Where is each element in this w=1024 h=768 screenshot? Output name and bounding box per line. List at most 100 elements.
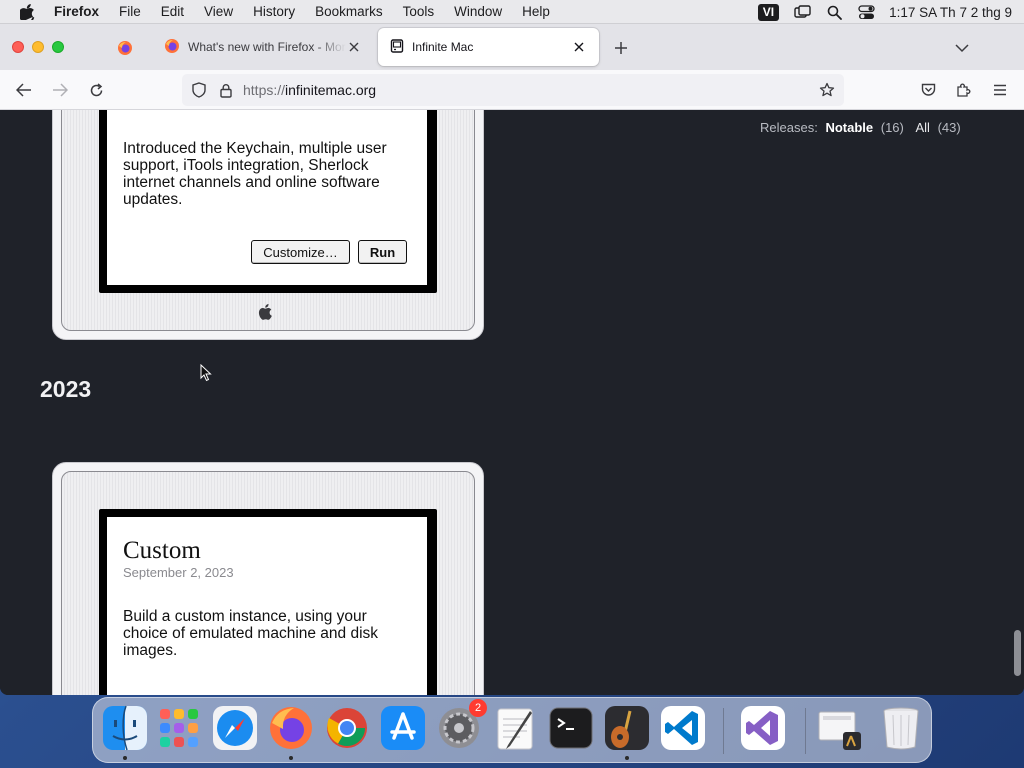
input-source-indicator[interactable]: VI — [757, 3, 780, 21]
dock: 2 — [92, 697, 932, 763]
window-controls — [12, 41, 64, 53]
zoom-window-button[interactable] — [52, 41, 64, 53]
customize-button[interactable]: Customize… — [251, 240, 350, 264]
tab-title: What's new with Firefox - More — [188, 40, 346, 54]
dock-instruments-icon[interactable] — [603, 704, 651, 752]
spotlight-search-icon[interactable] — [825, 3, 843, 21]
chevron-down-icon — [955, 43, 969, 52]
navigation-toolbar: https://infinitemac.org — [0, 70, 1024, 110]
notification-badge: 2 — [469, 699, 487, 717]
extensions-button[interactable] — [954, 80, 974, 100]
list-all-tabs-button[interactable] — [952, 38, 972, 58]
menu-app-firefox[interactable]: Firefox — [52, 4, 109, 19]
tab-strip: What's new with Firefox - More Infinite … — [0, 24, 1024, 70]
dock-separator — [723, 708, 724, 754]
tracking-protection-shield-icon[interactable] — [190, 81, 208, 99]
releases-all-count: (43) — [937, 120, 961, 135]
dock-separator — [805, 708, 806, 754]
card-title: Custom — [123, 537, 201, 564]
dock-firefox-icon[interactable] — [267, 704, 315, 752]
back-button[interactable] — [14, 80, 34, 100]
url-host: infinitemac.org — [285, 82, 377, 98]
card-description: Build a custom instance, using your choi… — [123, 608, 379, 659]
close-window-button[interactable] — [12, 41, 24, 53]
menu-tools[interactable]: Tools — [393, 4, 445, 19]
year-heading: 2023 — [40, 376, 92, 402]
control-center-icon[interactable] — [857, 3, 875, 21]
card-description: Introduced the Keychain, multiple user s… — [123, 140, 387, 208]
apple-logo-icon — [258, 304, 272, 320]
menu-file[interactable]: File — [109, 4, 151, 19]
menu-window[interactable]: Window — [444, 4, 512, 19]
pocket-button[interactable] — [918, 80, 938, 100]
mouse-pointer-icon — [200, 364, 212, 382]
menu-view[interactable]: View — [194, 4, 243, 19]
dock-safari-icon[interactable] — [211, 704, 259, 752]
menu-help[interactable]: Help — [512, 4, 560, 19]
card-screen-bezel: Introduced the Keychain, multiple user s… — [99, 110, 437, 293]
close-tab-icon[interactable] — [571, 39, 587, 55]
firefox-icon — [164, 38, 180, 57]
close-tab-icon[interactable] — [346, 39, 362, 55]
menubar-clock[interactable]: 1:17 SA Th 7 2 thg 9 — [889, 5, 1012, 20]
releases-all-link[interactable]: All — [915, 120, 929, 135]
card-screen: Introduced the Keychain, multiple user s… — [107, 110, 427, 285]
releases-notable-count: (16) — [880, 120, 904, 135]
menu-edit[interactable]: Edit — [151, 4, 194, 19]
running-indicator — [625, 756, 629, 760]
tab-infinite-mac[interactable]: Infinite Mac — [378, 28, 599, 66]
page-content[interactable]: Releases: Notable (16) All (43) Introduc… — [0, 110, 1024, 695]
tab-whats-new[interactable]: What's new with Firefox - More — [152, 28, 374, 66]
run-button[interactable]: Run — [358, 240, 407, 264]
tab-title: Infinite Mac — [412, 40, 474, 54]
dock-finder-icon[interactable] — [101, 704, 149, 752]
dock-visual-studio-icon[interactable] — [739, 704, 787, 752]
apple-menu-icon[interactable] — [20, 3, 38, 21]
dock-textedit-icon[interactable] — [491, 704, 539, 752]
menu-history[interactable]: History — [243, 4, 305, 19]
reload-button[interactable] — [86, 80, 106, 100]
dock-system-preferences-icon[interactable]: 2 — [435, 699, 487, 752]
address-bar[interactable]: https://infinitemac.org — [182, 74, 844, 106]
dock-vscode-icon[interactable] — [659, 704, 707, 752]
running-indicator — [289, 756, 293, 760]
dock-launchpad-icon[interactable] — [155, 704, 203, 752]
pocket-icon — [921, 83, 935, 96]
dock-trash-icon[interactable] — [877, 704, 925, 752]
running-indicator — [123, 756, 127, 760]
infinite-mac-favicon-icon — [390, 38, 404, 56]
hamburger-menu-icon — [994, 84, 1006, 96]
arrow-left-icon — [16, 83, 31, 97]
release-card: Introduced the Keychain, multiple user s… — [52, 110, 484, 340]
plus-icon — [615, 42, 627, 54]
minimize-window-button[interactable] — [32, 41, 44, 53]
card-date: September 2, 2023 — [123, 565, 234, 580]
card-screen: Custom September 2, 2023 Build a custom … — [107, 517, 427, 695]
page-scrollbar-thumb[interactable] — [1014, 630, 1021, 676]
lock-icon[interactable] — [218, 82, 234, 98]
menu-bookmarks[interactable]: Bookmarks — [305, 4, 393, 19]
dock-downloads-stack-icon[interactable] — [817, 704, 865, 752]
puzzle-piece-icon — [957, 83, 971, 97]
new-tab-button[interactable] — [611, 38, 631, 58]
card-screen-bezel: Custom September 2, 2023 Build a custom … — [99, 509, 437, 695]
forward-button[interactable] — [50, 80, 70, 100]
pinned-tab-firefox[interactable] — [110, 36, 140, 60]
dock-chrome-icon[interactable] — [323, 704, 371, 752]
application-menu-button[interactable] — [990, 80, 1010, 100]
screen-mirroring-icon[interactable] — [793, 3, 811, 21]
bookmark-star-icon[interactable] — [818, 81, 836, 99]
menu-bar: Firefox File Edit View History Bookmarks… — [0, 0, 1024, 24]
url-scheme: https:// — [243, 82, 286, 98]
release-card: Custom September 2, 2023 Build a custom … — [52, 462, 484, 695]
reload-icon — [90, 82, 102, 96]
releases-notable-link[interactable]: Notable — [825, 120, 873, 135]
releases-filter: Releases: Notable (16) All (43) — [760, 120, 961, 135]
browser-window: What's new with Firefox - More Infinite … — [0, 24, 1024, 695]
arrow-right-icon — [53, 83, 68, 97]
url-text[interactable]: https://infinitemac.org — [243, 82, 376, 98]
releases-label: Releases: — [760, 120, 818, 135]
dock-terminal-icon[interactable] — [547, 704, 595, 752]
firefox-icon — [118, 41, 132, 55]
dock-app-store-icon[interactable] — [379, 704, 427, 752]
